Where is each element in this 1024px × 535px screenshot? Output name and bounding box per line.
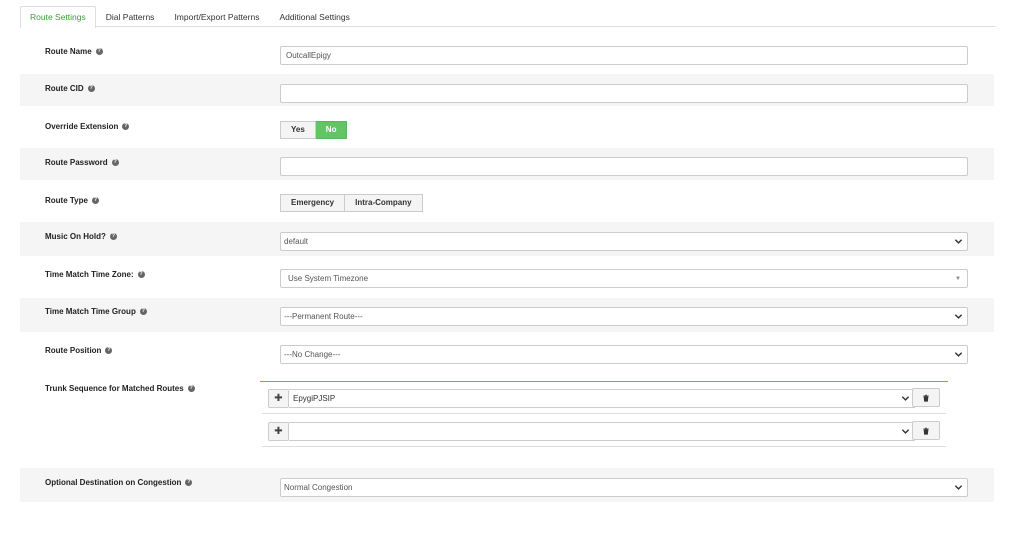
route-name-label: Route Name?: [45, 47, 103, 56]
trunk-select[interactable]: EpygiPJSIP: [289, 389, 915, 408]
congestion-label-text: Optional Destination on Congestion: [45, 478, 182, 487]
route-password-label-text: Route Password: [45, 158, 108, 167]
help-icon[interactable]: ?: [122, 123, 130, 130]
route-cid-label: Route CID?: [45, 84, 95, 93]
time-zone-select[interactable]: Use System Timezone ▼: [280, 269, 968, 288]
route-position-value: ---No Change---: [284, 350, 341, 359]
tab-dial-patterns[interactable]: Dial Patterns: [96, 6, 165, 27]
tab-import-export-patterns[interactable]: Import/Export Patterns: [164, 6, 269, 27]
help-icon[interactable]: ?: [109, 233, 117, 240]
trunk-sequence-label: Trunk Sequence for Matched Routes?: [45, 384, 195, 393]
trunk-row: ✚: [262, 415, 946, 447]
trunk-select-value: EpygiPJSIP: [293, 394, 336, 403]
trunk-row: ✚ EpygiPJSIP: [262, 382, 946, 414]
chevron-down-icon: [954, 239, 963, 244]
help-icon[interactable]: ?: [185, 479, 193, 486]
time-group-select[interactable]: ---Permanent Route---: [280, 307, 968, 326]
tab-route-settings[interactable]: Route Settings: [20, 6, 96, 28]
row-route-type: Route Type? Emergency Intra-Company: [20, 186, 994, 222]
trunk-select[interactable]: [289, 422, 915, 441]
delete-trunk-button[interactable]: [912, 421, 940, 440]
drag-handle-icon[interactable]: ✚: [268, 389, 289, 408]
row-time-zone: Time Match Time Zone:? Use System Timezo…: [20, 260, 994, 298]
time-zone-label: Time Match Time Zone:?: [45, 270, 145, 279]
override-extension-toggle: Yes No: [280, 121, 348, 139]
override-extension-no-button[interactable]: No: [315, 121, 348, 139]
time-zone-value: Use System Timezone: [288, 274, 369, 283]
route-position-select[interactable]: ---No Change---: [280, 345, 968, 364]
override-extension-yes-button[interactable]: Yes: [280, 121, 316, 139]
row-route-name: Route Name? OutcallEpigy: [20, 38, 994, 74]
help-icon[interactable]: ?: [111, 159, 119, 166]
congestion-select[interactable]: Normal Congestion: [280, 478, 968, 497]
override-extension-label-text: Override Extension: [45, 122, 119, 131]
chevron-down-icon: [954, 314, 963, 319]
route-type-label-text: Route Type: [45, 196, 88, 205]
route-password-input[interactable]: [280, 157, 968, 176]
help-icon[interactable]: ?: [187, 385, 195, 392]
row-music-on-hold: Music On Hold?? default: [20, 222, 994, 256]
trash-icon: [923, 427, 929, 435]
route-type-emergency-button[interactable]: Emergency: [280, 194, 346, 212]
help-icon[interactable]: ?: [95, 48, 103, 55]
route-cid-input[interactable]: [280, 84, 968, 103]
trash-icon: [923, 394, 929, 402]
tab-bar: Route Settings Dial Patterns Import/Expo…: [20, 6, 995, 28]
override-extension-label: Override Extension?: [45, 122, 130, 131]
delete-trunk-button[interactable]: [912, 388, 940, 407]
row-route-position: Route Position? ---No Change---: [20, 336, 994, 372]
route-position-label-text: Route Position: [45, 346, 102, 355]
help-icon[interactable]: ?: [91, 197, 99, 204]
music-on-hold-label: Music On Hold??: [45, 232, 117, 241]
help-icon[interactable]: ?: [139, 308, 147, 315]
row-route-password: Route Password?: [20, 148, 994, 180]
row-congestion: Optional Destination on Congestion? Norm…: [20, 468, 994, 502]
trunk-sequence-label-text: Trunk Sequence for Matched Routes: [45, 384, 184, 393]
route-type-intra-company-button[interactable]: Intra-Company: [345, 194, 423, 212]
music-on-hold-label-text: Music On Hold?: [45, 232, 106, 241]
chevron-down-icon: [901, 396, 910, 401]
route-type-label: Route Type?: [45, 196, 99, 205]
time-group-value: ---Permanent Route---: [284, 312, 363, 321]
caret-down-icon: ▼: [955, 276, 961, 282]
drag-handle-icon[interactable]: ✚: [268, 422, 289, 441]
route-name-label-text: Route Name: [45, 47, 92, 56]
row-time-group: Time Match Time Group? ---Permanent Rout…: [20, 298, 994, 332]
row-route-cid: Route CID?: [20, 74, 994, 106]
music-on-hold-value: default: [284, 237, 309, 246]
route-cid-label-text: Route CID: [45, 84, 84, 93]
congestion-label: Optional Destination on Congestion?: [45, 478, 193, 487]
congestion-value: Normal Congestion: [284, 483, 353, 492]
help-icon[interactable]: ?: [105, 347, 113, 354]
route-password-label: Route Password?: [45, 158, 119, 167]
music-on-hold-select[interactable]: default: [280, 232, 968, 251]
time-group-label-text: Time Match Time Group: [45, 307, 136, 316]
chevron-down-icon: [901, 429, 910, 434]
chevron-down-icon: [954, 485, 963, 490]
time-zone-label-text: Time Match Time Zone:: [45, 270, 134, 279]
help-icon[interactable]: ?: [137, 271, 145, 278]
row-override-extension: Override Extension? Yes No: [20, 112, 994, 148]
chevron-down-icon: [954, 352, 963, 357]
route-position-label: Route Position?: [45, 346, 113, 355]
help-icon[interactable]: ?: [87, 85, 95, 92]
route-type-toggle: Emergency Intra-Company: [280, 194, 423, 212]
route-name-input[interactable]: OutcallEpigy: [280, 46, 968, 65]
time-group-label: Time Match Time Group?: [45, 307, 147, 316]
tab-additional-settings[interactable]: Additional Settings: [269, 6, 359, 27]
trunk-sequence-list: ✚ EpygiPJSIP ✚: [260, 381, 948, 449]
